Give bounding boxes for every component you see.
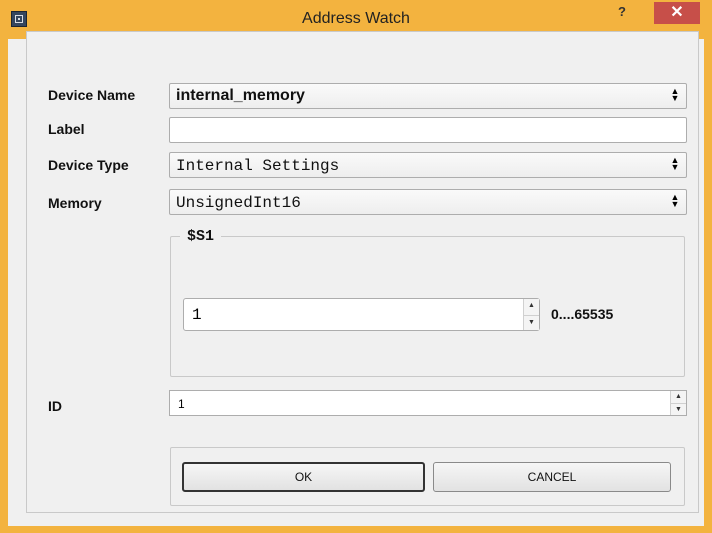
combo-arrows-icon: ▲ ▼ [670,155,680,172]
memory-value: UnsignedInt16 [176,194,301,212]
id-spinbox[interactable]: 1 ▲ ▼ [169,390,687,416]
s1-spinbox[interactable]: 1 ▲ ▼ [183,298,540,331]
device-type-combo[interactable]: Internal Settings ▲ ▼ [169,152,687,178]
s1-range-text: 0....65535 [551,306,614,322]
memory-label: Memory [48,195,102,211]
address-watch-window: Address Watch ? ✕ Device Name internal_m… [0,0,712,533]
window-title: Address Watch [302,10,410,27]
device-name-label: Device Name [48,87,136,103]
ok-button[interactable]: OK [182,462,425,492]
label-input[interactable] [169,117,687,143]
label-field-label: Label [48,121,85,137]
combo-arrows-icon: ▲ ▼ [670,192,680,209]
combo-arrows-icon: ▲ ▼ [670,86,680,103]
help-button[interactable]: ? [607,2,637,22]
s1-group-title: $S1 [180,228,222,245]
memory-combo[interactable]: UnsignedInt16 ▲ ▼ [169,189,687,215]
cancel-button[interactable]: CANCEL [433,462,671,492]
id-spin-value: 1 [178,397,185,411]
device-name-value: internal_memory [176,87,305,104]
device-type-value: Internal Settings [176,157,340,175]
device-name-combo[interactable]: internal_memory ▲ ▼ [169,83,687,109]
spin-arrows-icon[interactable]: ▲ ▼ [523,299,539,330]
spin-arrows-icon[interactable]: ▲ ▼ [670,391,686,415]
device-type-label: Device Type [48,157,129,173]
s1-spin-value: 1 [192,306,202,324]
id-label: ID [48,398,62,414]
close-button[interactable]: ✕ [654,2,700,24]
